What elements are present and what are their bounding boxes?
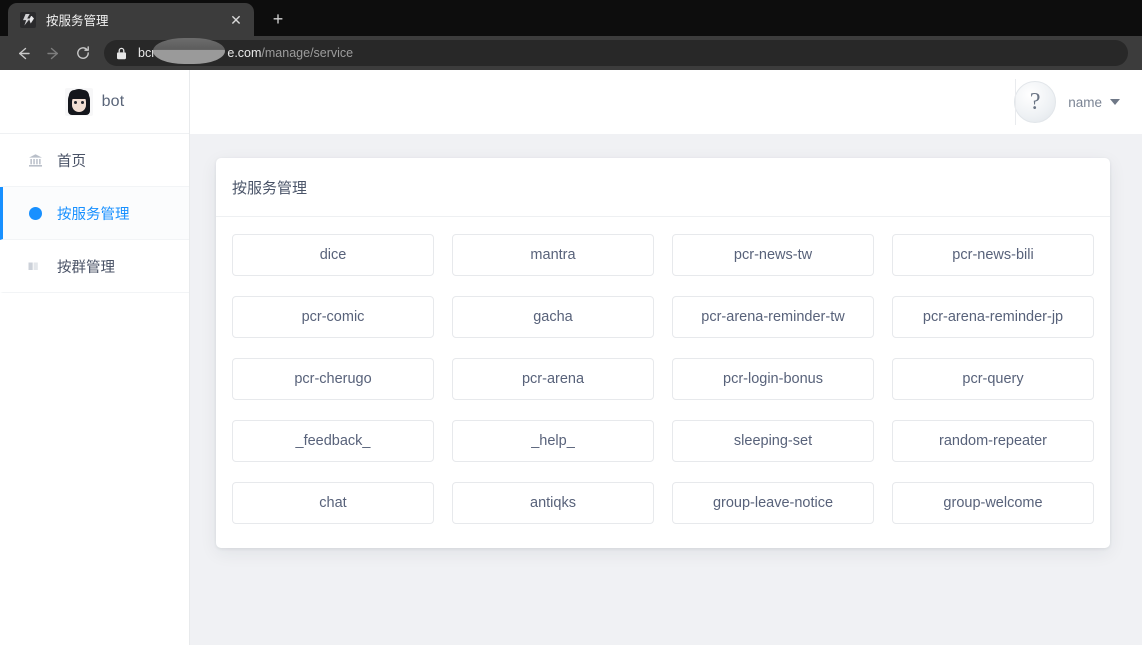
service-button[interactable]: pcr-arena-reminder-tw (672, 296, 874, 338)
user-name-label: name (1068, 94, 1102, 110)
service-button[interactable]: dice (232, 234, 434, 276)
service-button[interactable]: pcr-news-bili (892, 234, 1094, 276)
card-body: dice mantra pcr-news-tw pcr-news-bili pc… (216, 217, 1110, 548)
bar-chart-icon (27, 258, 43, 274)
user-menu[interactable]: ? name (1014, 81, 1120, 123)
back-icon[interactable] (8, 39, 38, 67)
service-button[interactable]: chat (232, 482, 434, 524)
top-header: ? name (190, 70, 1142, 134)
url-path: /manage/service (261, 46, 354, 60)
url-redaction-overlay (153, 38, 225, 64)
user-avatar-placeholder: ? (1014, 81, 1057, 123)
sidebar-item-label: 按服务管理 (57, 206, 130, 223)
service-button[interactable]: pcr-news-tw (672, 234, 874, 276)
service-button[interactable]: pcr-login-bonus (672, 358, 874, 400)
service-button[interactable]: pcr-cherugo (232, 358, 434, 400)
bot-lightning-favicon (20, 11, 36, 28)
sidebar-brand[interactable]: bot (0, 70, 189, 134)
tab-title: 按服务管理 (46, 14, 109, 28)
service-button[interactable]: pcr-query (892, 358, 1094, 400)
forward-icon[interactable] (38, 39, 68, 67)
service-button[interactable]: _help_ (452, 420, 654, 462)
chevron-down-icon[interactable] (1110, 99, 1120, 105)
page-viewport: bot 首页 按服务管理 按群管理 ? name 按服务管理 dice mant… (0, 70, 1142, 645)
service-button[interactable]: mantra (452, 234, 654, 276)
service-button[interactable]: random-repeater (892, 420, 1094, 462)
close-icon[interactable]: ✕ (226, 10, 246, 30)
service-button[interactable]: pcr-arena (452, 358, 654, 400)
sidebar-item-label: 首页 (57, 153, 86, 170)
service-button[interactable]: group-leave-notice (672, 482, 874, 524)
main-area: ? name 按服务管理 dice mantra pcr-news-tw pcr… (190, 70, 1142, 645)
sidebar-item-label: 按群管理 (57, 259, 115, 276)
service-button[interactable]: pcr-comic (232, 296, 434, 338)
address-bar[interactable]: bcr e.com/manage/service (104, 40, 1128, 66)
service-button[interactable]: pcr-arena-reminder-jp (892, 296, 1094, 338)
sidebar-item-service[interactable]: 按服务管理 (0, 187, 189, 240)
lock-icon (116, 47, 130, 60)
header-divider (1015, 79, 1016, 125)
tab-active[interactable]: 按服务管理 ✕ (8, 3, 254, 36)
card-title: 按服务管理 (216, 158, 1110, 217)
bank-icon (27, 152, 43, 168)
tab-strip: 按服务管理 ✕ + (0, 0, 1142, 36)
sidebar: bot 首页 按服务管理 按群管理 (0, 70, 190, 645)
reload-icon[interactable] (68, 39, 98, 67)
new-tab-button[interactable]: + (264, 5, 292, 33)
dot-icon (27, 205, 43, 221)
service-grid: dice mantra pcr-news-tw pcr-news-bili pc… (232, 234, 1094, 524)
service-button[interactable]: _feedback_ (232, 420, 434, 462)
service-button[interactable]: gacha (452, 296, 654, 338)
browser-window: 按服务管理 ✕ + bcr e.com/manage/service bot 首… (0, 0, 1142, 645)
service-button[interactable]: antiqks (452, 482, 654, 524)
service-button[interactable]: sleeping-set (672, 420, 874, 462)
brand-name: bot (101, 92, 125, 110)
sidebar-item-home[interactable]: 首页 (0, 134, 189, 187)
page-content: 按服务管理 dice mantra pcr-news-tw pcr-news-b… (190, 134, 1142, 645)
service-button[interactable]: group-welcome (892, 482, 1094, 524)
sidebar-item-group[interactable]: 按群管理 (0, 240, 189, 293)
service-card: 按服务管理 dice mantra pcr-news-tw pcr-news-b… (216, 158, 1110, 548)
bot-avatar (64, 87, 93, 116)
sidebar-nav: 首页 按服务管理 按群管理 (0, 134, 189, 293)
